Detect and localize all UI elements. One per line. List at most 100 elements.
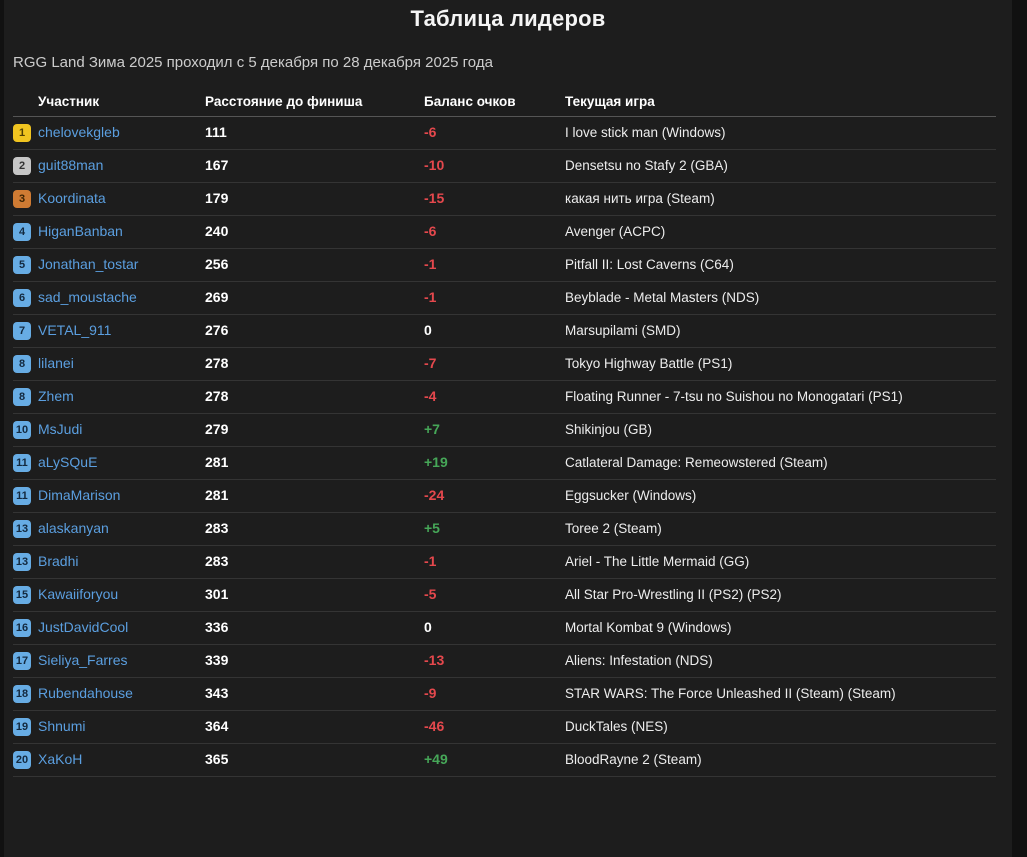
distance-value: 179 bbox=[205, 190, 229, 206]
distance-value: 278 bbox=[205, 388, 229, 404]
table-body: 1 chelovekgleb 111 -6 I love stick man (Wind… bbox=[13, 117, 996, 777]
balance-value: -4 bbox=[424, 388, 437, 404]
column-header-participant: Участник bbox=[38, 94, 100, 109]
table-row: 5 Jonathan_tostar 256 -1 Pitfall II: Lost Ca… bbox=[13, 249, 996, 282]
distance-value: 336 bbox=[205, 619, 229, 635]
distance-value: 240 bbox=[205, 223, 229, 239]
current-game: Mortal Kombat 9 (Windows) bbox=[565, 620, 732, 635]
participant-link[interactable]: Zhem bbox=[38, 388, 74, 404]
distance-value: 276 bbox=[205, 322, 229, 338]
rank-badge: 20 bbox=[13, 751, 31, 769]
table-row: 18 Rubendahouse 343 -9 STAR WARS: The Force … bbox=[13, 678, 996, 711]
current-game: Aliens: Infestation (NDS) bbox=[565, 653, 713, 668]
participant-link[interactable]: sad_moustache bbox=[38, 289, 137, 305]
rank-badge: 1 bbox=[13, 124, 31, 142]
distance-value: 365 bbox=[205, 751, 229, 767]
distance-value: 111 bbox=[205, 124, 227, 140]
table-row: 11 aLySQuE 281 +19 Catlateral Damage: Remeow… bbox=[13, 447, 996, 480]
participant-link[interactable]: guit88man bbox=[38, 157, 103, 173]
rank-badge: 8 bbox=[13, 355, 31, 373]
table-row: 15 Kawaiiforyou 301 -5 All Star Pro-Wrestlin… bbox=[13, 579, 996, 612]
current-game: STAR WARS: The Force Unleashed II (Steam… bbox=[565, 686, 896, 701]
rank-badge: 8 bbox=[13, 388, 31, 406]
balance-value: +5 bbox=[424, 520, 440, 536]
current-game: Densetsu no Stafy 2 (GBA) bbox=[565, 158, 728, 173]
table-row: 13 alaskanyan 283 +5 Toree 2 (Steam) bbox=[13, 513, 996, 546]
current-game: Toree 2 (Steam) bbox=[565, 521, 662, 536]
rank-badge: 2 bbox=[13, 157, 31, 175]
balance-value: -5 bbox=[424, 586, 437, 602]
participant-link[interactable]: Bradhi bbox=[38, 553, 78, 569]
table-row: 11 DimaMarison 281 -24 Eggsucker (Windows) bbox=[13, 480, 996, 513]
distance-value: 283 bbox=[205, 553, 229, 569]
balance-value: +19 bbox=[424, 454, 448, 470]
rank-badge: 11 bbox=[13, 487, 31, 505]
current-game: BloodRayne 2 (Steam) bbox=[565, 752, 702, 767]
participant-link[interactable]: lilanei bbox=[38, 355, 74, 371]
participant-link[interactable]: aLySQuE bbox=[38, 454, 97, 470]
rank-badge: 6 bbox=[13, 289, 31, 307]
participant-link[interactable]: Kawaiiforyou bbox=[38, 586, 118, 602]
participant-link[interactable]: Rubendahouse bbox=[38, 685, 133, 701]
participant-link[interactable]: MsJudi bbox=[38, 421, 82, 437]
table-row: 17 Sieliya_Farres 339 -13 Aliens: Infestatio… bbox=[13, 645, 996, 678]
participant-link[interactable]: XaKoH bbox=[38, 751, 82, 767]
participant-link[interactable]: alaskanyan bbox=[38, 520, 109, 536]
distance-value: 281 bbox=[205, 454, 229, 470]
rank-badge: 13 bbox=[13, 553, 31, 571]
table-row: 16 JustDavidCool 336 0 Mortal Kombat 9 (Wind… bbox=[13, 612, 996, 645]
table-row: 3 Koordinata 179 -15 какая нить игра (Steam) bbox=[13, 183, 996, 216]
current-game: Avenger (ACPC) bbox=[565, 224, 666, 239]
balance-value: -15 bbox=[424, 190, 445, 206]
rank-badge: 17 bbox=[13, 652, 31, 670]
balance-value: -46 bbox=[424, 718, 445, 734]
column-header-current-game: Текущая игра bbox=[565, 94, 655, 109]
participant-link[interactable]: Koordinata bbox=[38, 190, 106, 206]
table-row: 19 Shnumi 364 -46 DuckTales (NES) bbox=[13, 711, 996, 744]
current-game: Floating Runner - 7-tsu no Suishou no Mo… bbox=[565, 389, 903, 404]
balance-value: -6 bbox=[424, 124, 437, 140]
distance-value: 278 bbox=[205, 355, 229, 371]
distance-value: 364 bbox=[205, 718, 229, 734]
table-row: 4 HiganBanban 240 -6 Avenger (ACPC) bbox=[13, 216, 996, 249]
distance-value: 269 bbox=[205, 289, 229, 305]
distance-value: 301 bbox=[205, 586, 229, 602]
participant-link[interactable]: Shnumi bbox=[38, 718, 85, 734]
table-header: Участник Расстояние до финиша Баланс очк… bbox=[13, 87, 996, 117]
distance-value: 256 bbox=[205, 256, 229, 272]
participant-link[interactable]: Jonathan_tostar bbox=[38, 256, 138, 272]
current-game: Eggsucker (Windows) bbox=[565, 488, 697, 503]
participant-link[interactable]: Sieliya_Farres bbox=[38, 652, 127, 668]
balance-value: -9 bbox=[424, 685, 437, 701]
rank-badge: 5 bbox=[13, 256, 31, 274]
distance-value: 279 bbox=[205, 421, 229, 437]
rank-badge: 3 bbox=[13, 190, 31, 208]
rank-badge: 16 bbox=[13, 619, 31, 637]
table-row: 8 lilanei 278 -7 Tokyo Highway Battle (PS1) bbox=[13, 348, 996, 381]
participant-link[interactable]: JustDavidCool bbox=[38, 619, 128, 635]
table-row: 6 sad_moustache 269 -1 Beyblade - Metal Mast… bbox=[13, 282, 996, 315]
participant-link[interactable]: HiganBanban bbox=[38, 223, 123, 239]
table-row: 1 chelovekgleb 111 -6 I love stick man (Wind… bbox=[13, 117, 996, 150]
rank-badge: 19 bbox=[13, 718, 31, 736]
current-game: DuckTales (NES) bbox=[565, 719, 668, 734]
participant-link[interactable]: VETAL_911 bbox=[38, 322, 111, 338]
leaderboard-page: Таблица лидеров RGG Land Зима 2025 прохо… bbox=[4, 0, 1012, 857]
current-game: Marsupilami (SMD) bbox=[565, 323, 681, 338]
current-game: Tokyo Highway Battle (PS1) bbox=[565, 356, 733, 371]
vertical-scrollbar-track[interactable] bbox=[1012, 0, 1027, 857]
current-game: All Star Pro-Wrestling II (PS2) (PS2) bbox=[565, 587, 782, 602]
balance-value: +7 bbox=[424, 421, 440, 437]
table-row: 8 Zhem 278 -4 Floating Runner - 7-tsu no Sui… bbox=[13, 381, 996, 414]
distance-value: 167 bbox=[205, 157, 229, 173]
current-game: I love stick man (Windows) bbox=[565, 125, 726, 140]
balance-value: -6 bbox=[424, 223, 437, 239]
table-row: 7 VETAL_911 276 0 Marsupilami (SMD) bbox=[13, 315, 996, 348]
rank-badge: 18 bbox=[13, 685, 31, 703]
rank-badge: 10 bbox=[13, 421, 31, 439]
participant-link[interactable]: DimaMarison bbox=[38, 487, 120, 503]
table-row: 13 Bradhi 283 -1 Ariel - The Little Mermaid … bbox=[13, 546, 996, 579]
page-title: Таблица лидеров bbox=[410, 6, 606, 31]
rank-badge: 15 bbox=[13, 586, 31, 604]
participant-link[interactable]: chelovekgleb bbox=[38, 124, 120, 140]
